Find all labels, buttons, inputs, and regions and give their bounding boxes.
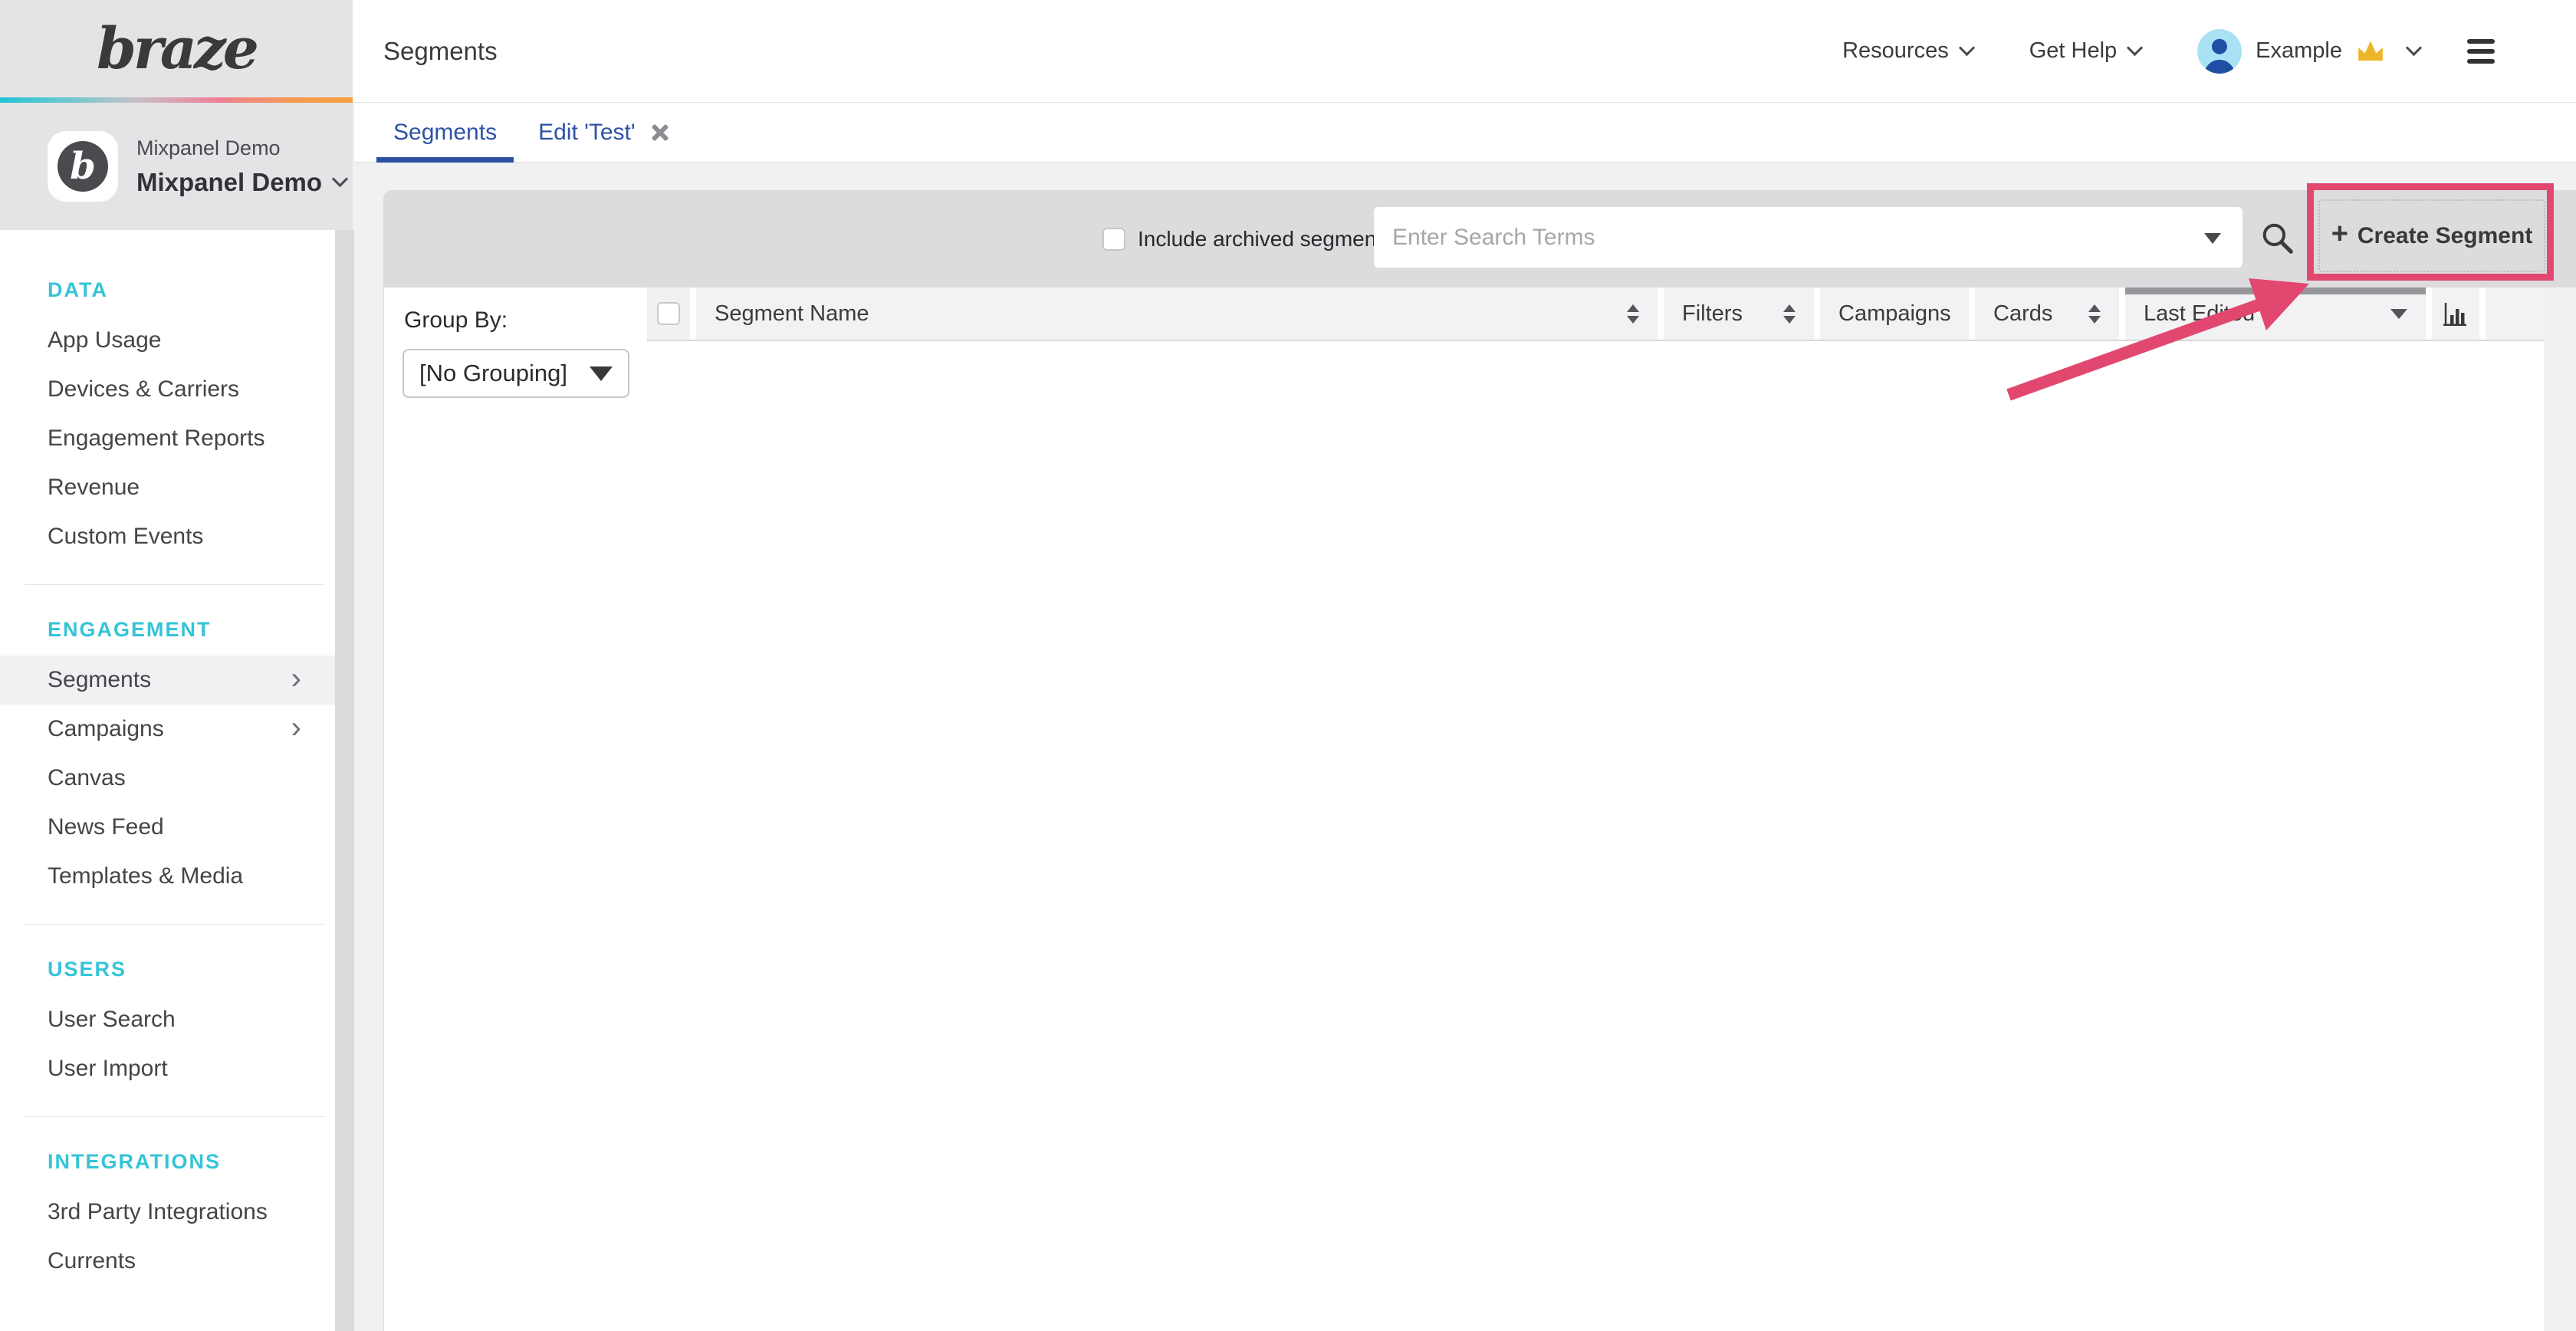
workspace-app-name: Mixpanel Demo — [136, 136, 346, 160]
user-name: Example — [2256, 38, 2342, 64]
sidebar-item-segments[interactable]: Segments › — [0, 656, 335, 705]
select-all-checkbox[interactable] — [657, 302, 680, 325]
chevron-right-icon: › — [291, 656, 301, 702]
sidebar-divider — [25, 1116, 324, 1117]
search-dropdown-caret-icon[interactable] — [2204, 233, 2221, 244]
workspace-app-icon: b — [48, 131, 118, 202]
sidebar-item-currents[interactable]: Currents — [0, 1237, 335, 1286]
tab-segments[interactable]: Segments — [376, 103, 514, 162]
tab-edit-test[interactable]: Edit 'Test' — [521, 103, 688, 162]
chevron-down-icon — [2127, 40, 2143, 56]
user-menu[interactable]: Example — [2197, 29, 2420, 74]
column-filters[interactable]: Filters — [1664, 288, 1814, 340]
horizontal-scrollbar-thumb[interactable] — [2125, 288, 2426, 294]
tab-bar: Segments Edit 'Test' — [354, 103, 2576, 163]
sidebar-section-integrations: INTEGRATIONS — [48, 1148, 335, 1175]
sidebar-section-users: USERS — [48, 955, 335, 983]
sidebar-item-canvas[interactable]: Canvas — [0, 754, 335, 803]
segments-toolbar: Include archived segments + Create Segme… — [383, 190, 2576, 288]
segments-table: Segment Name Filters Campaigns Cards Las… — [647, 288, 2544, 1331]
resources-menu[interactable]: Resources — [1842, 38, 1973, 64]
include-archived-label: Include archived segments — [1138, 227, 1393, 251]
search-box — [1374, 207, 2242, 268]
sort-icon[interactable] — [1627, 304, 1639, 324]
crown-icon — [2354, 38, 2387, 64]
sidebar-item-campaigns[interactable]: Campaigns › — [0, 705, 335, 754]
sidebar-item-user-import[interactable]: User Import — [0, 1044, 335, 1093]
sort-icon[interactable] — [1783, 304, 1796, 324]
bar-chart-icon — [2442, 301, 2469, 326]
column-campaigns[interactable]: Campaigns — [1820, 288, 1969, 340]
group-by-select[interactable]: [No Grouping] — [402, 349, 629, 398]
get-help-label: Get Help — [2029, 38, 2117, 64]
sidebar-divider — [25, 584, 324, 585]
workspace-names: Mixpanel Demo Mixpanel Demo — [136, 136, 346, 197]
hamburger-menu-icon[interactable] — [2467, 39, 2495, 64]
sidebar-item-revenue[interactable]: Revenue — [0, 463, 335, 512]
sidebar-item-custom-events[interactable]: Custom Events — [0, 512, 335, 561]
sidebar-item-user-search[interactable]: User Search — [0, 995, 335, 1044]
plus-icon: + — [2331, 218, 2348, 251]
resources-label: Resources — [1842, 38, 1949, 64]
sidebar-section-engagement: ENGAGEMENT — [48, 616, 335, 643]
top-header: Segments Resources Get Help Example — [353, 0, 2576, 103]
braze-logo[interactable]: braze — [97, 16, 256, 82]
sidebar-item-3rd-party-integrations[interactable]: 3rd Party Integrations — [0, 1188, 335, 1237]
workspace-app-letter: b — [58, 141, 108, 192]
table-header-row: Segment Name Filters Campaigns Cards Las… — [647, 288, 2544, 341]
sidebar-item-news-feed[interactable]: News Feed — [0, 803, 335, 852]
workspace-account-name: Mixpanel Demo — [136, 168, 322, 197]
create-segment-button[interactable]: + Create Segment — [2318, 199, 2545, 272]
sidebar-section-data: DATA — [48, 276, 335, 304]
group-by-panel: Group By: [No Grouping] — [383, 288, 647, 1331]
sidebar-item-app-usage[interactable]: App Usage — [0, 316, 335, 365]
include-archived-checkbox[interactable] — [1102, 228, 1125, 251]
chevron-down-icon — [332, 171, 348, 187]
get-help-menu[interactable]: Get Help — [2029, 38, 2141, 64]
sidebar-item-devices-carriers[interactable]: Devices & Carriers — [0, 365, 335, 414]
group-by-label: Group By: — [404, 307, 647, 334]
sidebar-item-templates-media[interactable]: Templates & Media — [0, 852, 335, 901]
sidebar-nav: DATA App Usage Devices & Carriers Engage… — [0, 230, 335, 1331]
user-avatar-icon — [2197, 29, 2242, 74]
chevron-right-icon: › — [291, 705, 301, 751]
column-segment-name[interactable]: Segment Name — [696, 288, 1658, 340]
workspace-switcher[interactable]: b Mixpanel Demo Mixpanel Demo — [0, 103, 353, 230]
brand-gradient-bar — [0, 97, 353, 103]
sidebar-item-engagement-reports[interactable]: Engagement Reports — [0, 414, 335, 463]
caret-down-icon[interactable] — [2390, 309, 2407, 319]
caret-down-icon — [590, 366, 613, 381]
chevron-down-icon — [2406, 40, 2422, 56]
main-content: Segments Edit 'Test' Include archived se… — [354, 103, 2576, 1331]
select-all-cell — [647, 288, 690, 340]
column-last-edited[interactable]: Last Edited — [2125, 288, 2426, 340]
page-title: Segments — [383, 37, 498, 66]
logo-block: braze — [0, 0, 353, 97]
column-analytics-toggle[interactable] — [2432, 288, 2479, 340]
close-icon[interactable] — [649, 122, 671, 143]
chevron-down-icon — [1959, 40, 1975, 56]
search-icon[interactable] — [2260, 221, 2295, 256]
sidebar-gap — [335, 230, 354, 1331]
include-archived-control: Include archived segments — [1102, 190, 1393, 288]
sort-icon[interactable] — [2088, 304, 2101, 324]
sidebar-divider — [25, 924, 324, 925]
column-spare — [2486, 288, 2544, 340]
column-cards[interactable]: Cards — [1975, 288, 2119, 340]
header-right: Resources Get Help Example — [1842, 29, 2576, 74]
search-input[interactable] — [1374, 207, 2242, 268]
